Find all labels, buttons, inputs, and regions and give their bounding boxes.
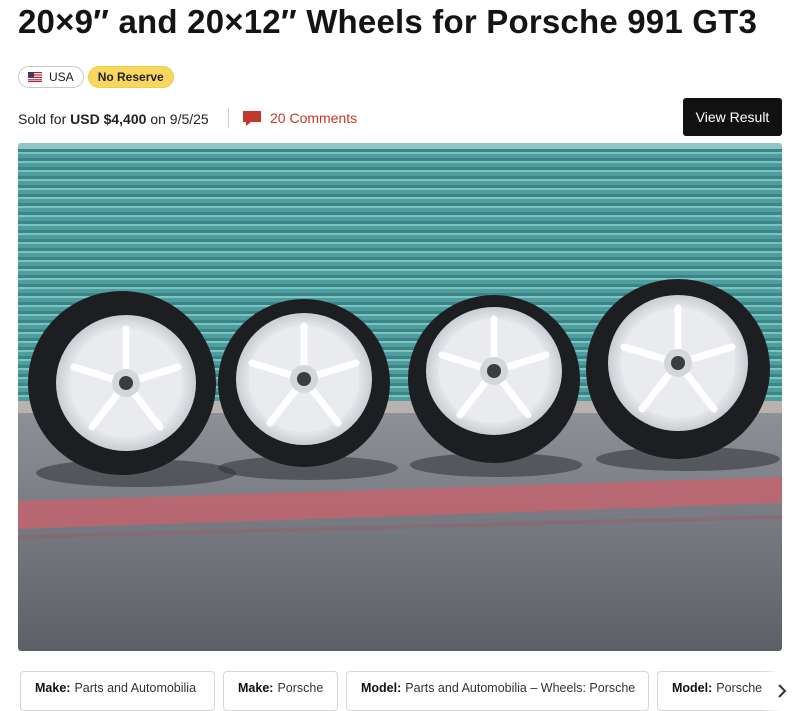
- fact-value: Porsche: [716, 681, 763, 695]
- wheel-3: [408, 295, 580, 463]
- sold-date: 9/5/25: [169, 111, 209, 127]
- fact-key: Model:: [672, 681, 713, 695]
- comment-bubble-icon: [243, 110, 261, 126]
- comments-link[interactable]: 20 Comments: [242, 107, 357, 129]
- fact-key: Make:: [238, 681, 274, 695]
- sold-on-word: on: [150, 111, 166, 127]
- result-row: Sold for USD $4,400 on 9/5/25 20 Comment…: [18, 98, 782, 136]
- us-flag-icon: [28, 72, 42, 82]
- country-label: USA: [49, 70, 74, 84]
- fact-chip-make[interactable]: Make: Parts and Automobilia: [20, 671, 215, 711]
- facts-next-button[interactable]: [764, 671, 800, 711]
- country-tag[interactable]: USA: [18, 66, 84, 88]
- result-divider: [228, 108, 229, 128]
- sold-prefix: Sold for: [18, 111, 67, 127]
- fact-value: Parts and Automobilia: [74, 681, 197, 695]
- fact-key: Model:: [361, 681, 402, 695]
- listing-photo[interactable]: [18, 143, 782, 651]
- sold-summary: Sold for USD $4,400 on 9/5/25: [18, 111, 209, 127]
- no-reserve-badge[interactable]: No Reserve: [87, 66, 174, 88]
- fact-value: Porsche: [277, 681, 324, 695]
- fact-key: Make:: [35, 681, 71, 695]
- listing-tags: USA No Reserve: [18, 66, 174, 88]
- wheel-2: [218, 299, 390, 467]
- sold-amount: USD $4,400: [70, 111, 147, 127]
- comments-label: 20 Comments: [270, 110, 358, 126]
- fact-chip-model[interactable]: Model: Parts and Automobilia – Wheels: Po…: [346, 671, 649, 711]
- facts-strip: Make: Parts and Automobilia Make: Porsche …: [20, 671, 800, 711]
- fact-value: Parts and Automobilia – Wheels: Porsche: [405, 681, 636, 695]
- listing-title: 20×9″ and 20×12″ Wheels for Porsche 991 …: [18, 3, 758, 40]
- wheels-photo-image: [18, 143, 782, 651]
- fact-chip-make[interactable]: Make: Porsche: [223, 671, 338, 711]
- view-result-button[interactable]: View Result: [683, 98, 782, 136]
- wheel-1: [28, 291, 216, 475]
- chevron-right-icon: [778, 684, 787, 698]
- wheel-4: [586, 279, 770, 459]
